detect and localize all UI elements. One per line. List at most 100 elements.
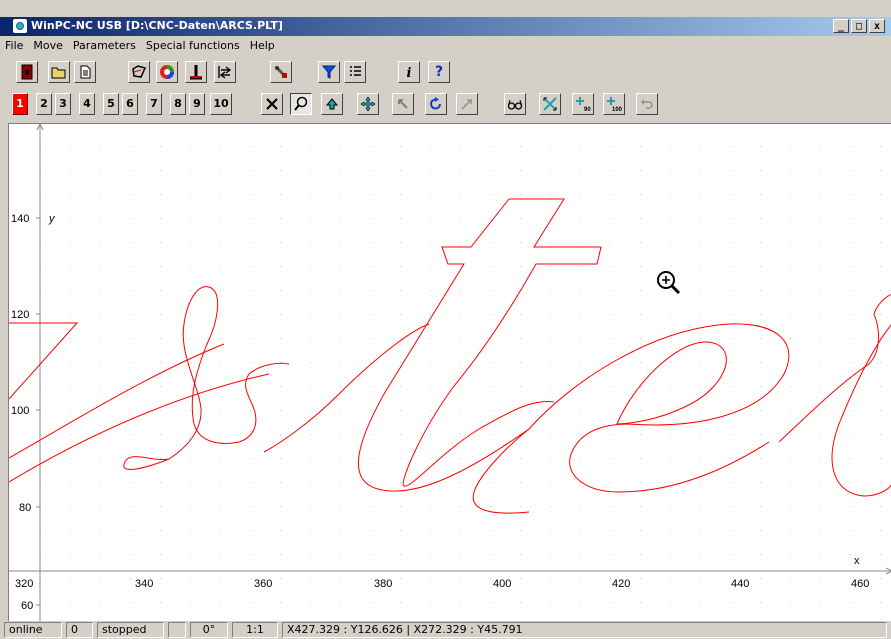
grid-dot [550, 458, 551, 459]
layer-button-6[interactable]: 6 [122, 93, 138, 115]
fit-button[interactable] [539, 93, 561, 115]
outline-letter-e [472, 323, 790, 514]
layer-button-1[interactable]: 1 [12, 93, 28, 115]
layer-button-7[interactable]: 7 [146, 93, 162, 115]
grid-dot [280, 482, 281, 483]
menu-help[interactable]: Help [245, 36, 280, 55]
close-button[interactable]: x [869, 19, 885, 33]
grid-dot [700, 578, 701, 579]
grid-dot [610, 554, 611, 555]
zoom-button[interactable] [290, 93, 312, 115]
svg-text:i: i [407, 66, 412, 80]
menu-bar: File Move Parameters Special functions H… [0, 36, 891, 55]
grid-dot [520, 386, 521, 387]
menu-file[interactable]: File [0, 36, 28, 55]
menu-move[interactable]: Move [28, 36, 68, 55]
grid-dot [760, 482, 761, 483]
transform-button[interactable] [456, 93, 478, 115]
grid-dot [430, 602, 431, 603]
grid-dot [280, 266, 281, 267]
maximize-button[interactable]: □ [851, 19, 867, 33]
grid-dot [190, 530, 191, 531]
layer-button-10[interactable]: 10 [210, 93, 232, 115]
grid-dot [400, 194, 401, 195]
grid-dot [100, 554, 101, 555]
grid-dot [370, 146, 371, 147]
tool-button[interactable] [270, 61, 292, 83]
title-bar[interactable]: WinPC-NC USB [D:\CNC-Daten\ARCS.PLT] _ □… [0, 17, 891, 36]
grid-dot [760, 266, 761, 267]
grid-dot [430, 338, 431, 339]
grid-dot [430, 290, 431, 291]
grid-dot [670, 362, 671, 363]
grid-dot [580, 338, 581, 339]
open-button[interactable] [48, 61, 70, 83]
undo-button[interactable] [636, 93, 658, 115]
grid-dot [370, 338, 371, 339]
plot-svg: 320 340 360 380 400 420 440 460 x 140 12… [9, 124, 891, 621]
grid-dot [70, 218, 71, 219]
move-home-button[interactable] [214, 61, 236, 83]
pan-up-button[interactable] [321, 93, 343, 115]
grid-dot [610, 506, 611, 507]
pan-move-button[interactable] [357, 93, 379, 115]
grid-dot [430, 530, 431, 531]
grid-dot [70, 170, 71, 171]
close-view-button[interactable] [261, 93, 283, 115]
filter-button[interactable] [318, 61, 340, 83]
x-tick-label: 380 [374, 578, 392, 590]
layer-button-4[interactable]: 4 [79, 93, 95, 115]
rotate-90-button[interactable]: 90 [572, 93, 594, 115]
grid-dot [850, 482, 851, 483]
grid-dot [640, 266, 641, 267]
grid-dot [190, 458, 191, 459]
grid-dot [220, 146, 221, 147]
app-icon[interactable] [13, 19, 27, 33]
reference-button[interactable] [185, 61, 207, 83]
grid-dot [520, 266, 521, 267]
grid-dot [550, 482, 551, 483]
menu-parameters[interactable]: Parameters [68, 36, 141, 55]
grid-dot [700, 386, 701, 387]
minimize-button[interactable]: _ [833, 19, 849, 33]
svg-text:100: 100 [612, 107, 622, 112]
polygon-button[interactable] [128, 61, 150, 83]
grid-dot [370, 218, 371, 219]
glasses-button[interactable] [504, 93, 526, 115]
list-button[interactable] [344, 61, 366, 83]
grid-dot [430, 362, 431, 363]
grid-dot [610, 434, 611, 435]
layer-button-3[interactable]: 3 [55, 93, 71, 115]
scale-100-button[interactable]: 100 [603, 93, 625, 115]
help-button[interactable]: ? [428, 61, 450, 83]
layer-button-5[interactable]: 5 [103, 93, 119, 115]
drawing-canvas[interactable]: 320 340 360 380 400 420 440 460 x 140 12… [8, 123, 891, 621]
grid-dot [70, 290, 71, 291]
status-bar: online 0 stopped 0° 1:1 X427.329 : Y126.… [0, 621, 891, 639]
grid-dot [790, 194, 791, 195]
grid-dot [850, 434, 851, 435]
arrow-button[interactable] [392, 93, 414, 115]
grid-dot [790, 434, 791, 435]
layer-button-9[interactable]: 9 [189, 93, 205, 115]
menu-special-functions[interactable]: Special functions [141, 36, 245, 55]
x-axis-label: x [854, 555, 860, 567]
grid-dot [220, 458, 221, 459]
layer-button-2[interactable]: 2 [36, 93, 52, 115]
grid-dot [460, 218, 461, 219]
rotate-button[interactable] [425, 93, 447, 115]
grid-dot [850, 266, 851, 267]
grid-dot [370, 410, 371, 411]
grid-dot [340, 170, 341, 171]
grid-dot [760, 146, 761, 147]
layer-button-8[interactable]: 8 [170, 93, 186, 115]
grid-dot [280, 242, 281, 243]
document-button[interactable] [74, 61, 96, 83]
grid-dot [580, 530, 581, 531]
color-button[interactable] [156, 61, 178, 83]
grid-dot [190, 194, 191, 195]
grid-dot [430, 242, 431, 243]
exit-button[interactable] [16, 61, 38, 83]
grid-dot [370, 554, 371, 555]
info-button[interactable]: i [398, 61, 420, 83]
